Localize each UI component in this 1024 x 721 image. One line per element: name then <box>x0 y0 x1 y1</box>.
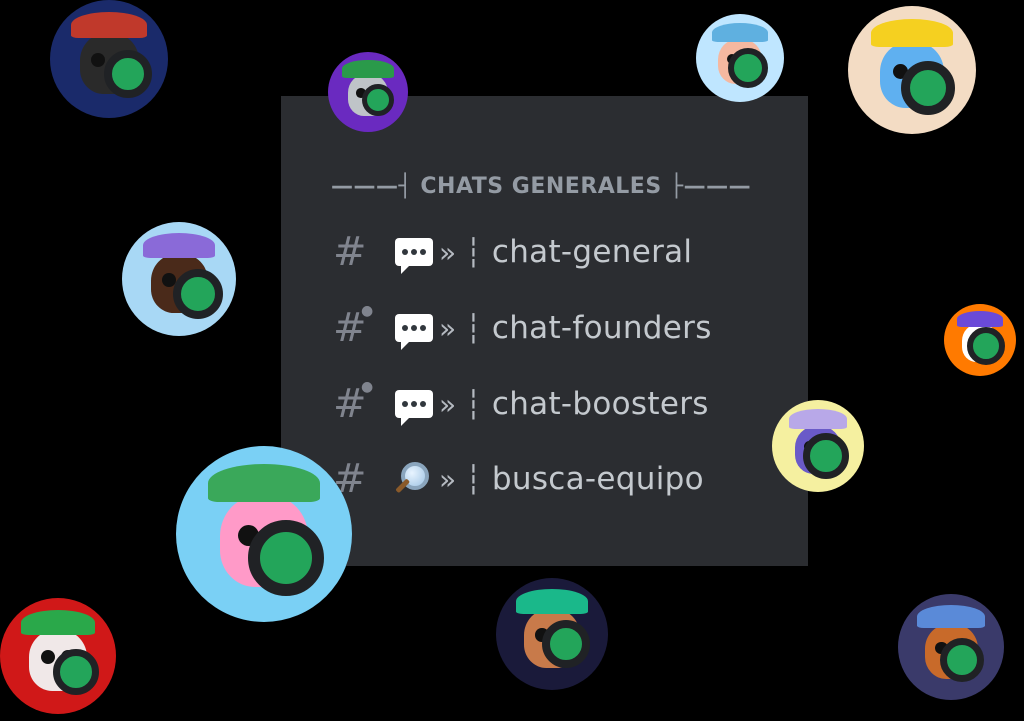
avatar-hat <box>20 609 96 636</box>
hashtag-lock-icon: # ● <box>333 379 374 427</box>
channel-name: chat-boosters <box>491 386 709 422</box>
online-status-dot <box>803 433 849 479</box>
channel-separator: » ┆ <box>439 387 482 421</box>
channel-category-header[interactable]: ———┤ CHATS GENERALES ├——— <box>331 174 751 199</box>
online-status-dot <box>728 48 768 88</box>
speech-bubble-icon <box>395 390 439 426</box>
avatar-hat <box>71 11 147 38</box>
channel-name: chat-founders <box>491 310 712 346</box>
avatar-hat <box>142 233 216 259</box>
online-status-dot <box>542 620 590 668</box>
channel-name: busca-equipo <box>491 461 704 497</box>
online-status-dot <box>248 520 324 596</box>
online-status-dot <box>940 638 984 682</box>
lock-icon: ● <box>361 303 374 319</box>
channel-chat-general[interactable]: # » ┆ chat-general <box>333 227 692 277</box>
speech-bubble-icon <box>395 238 439 274</box>
online-status-dot <box>967 327 1005 365</box>
channel-separator: » ┆ <box>439 235 482 269</box>
avatar-hat <box>956 311 1004 328</box>
channel-chat-founders[interactable]: # ● » ┆ chat-founders <box>333 303 712 353</box>
avatar-hat <box>516 589 588 614</box>
avatar-hat <box>207 463 321 503</box>
hashtag-lock-icon: # ● <box>333 303 374 351</box>
online-status-dot <box>362 84 394 116</box>
avatar-eye <box>40 650 55 665</box>
avatar-hat <box>711 22 769 43</box>
channel-separator: » ┆ <box>439 462 482 496</box>
channel-busca-equipo[interactable]: # » ┆ busca-equipo <box>333 454 704 504</box>
avatar-hat <box>871 18 953 47</box>
hashtag-icon: # <box>333 229 367 275</box>
channel-separator: » ┆ <box>439 311 482 345</box>
online-status-dot <box>173 269 223 319</box>
avatar-hat <box>788 409 848 430</box>
online-status-dot <box>104 50 152 98</box>
channel-name: chat-general <box>491 234 693 270</box>
avatar-hat <box>917 604 985 628</box>
online-status-dot <box>53 649 99 695</box>
lock-icon: ● <box>361 379 374 395</box>
avatar-hat <box>342 60 394 78</box>
discord-promo-canvas: ———┤ CHATS GENERALES ├——— # » ┆ chat-gen… <box>0 0 1024 721</box>
magnifying-glass-icon <box>395 462 439 496</box>
channel-chat-boosters[interactable]: # ● » ┆ chat-boosters <box>333 379 709 429</box>
channel-list-panel: ———┤ CHATS GENERALES ├——— # » ┆ chat-gen… <box>281 96 808 566</box>
speech-bubble-icon <box>395 314 439 350</box>
online-status-dot <box>901 61 955 115</box>
